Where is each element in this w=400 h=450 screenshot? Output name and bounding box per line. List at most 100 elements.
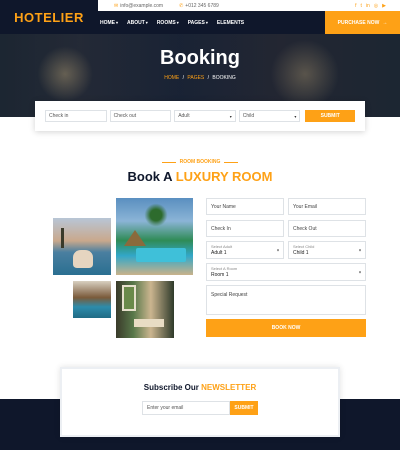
guest-figure bbox=[73, 250, 93, 268]
nav-item-label: PAGES bbox=[187, 19, 205, 26]
phone-text: +012 345 6789 bbox=[185, 2, 219, 9]
name-placeholder: Your Name bbox=[211, 203, 236, 210]
facebook-icon[interactable]: f bbox=[355, 3, 356, 9]
newsletter-email-input[interactable]: Enter your email bbox=[142, 401, 230, 415]
breadcrumb-pages[interactable]: PAGES bbox=[187, 75, 204, 81]
tag-line-left bbox=[161, 161, 176, 163]
breadcrumb-home[interactable]: HOME bbox=[164, 75, 179, 81]
phone-contact: ✆ +012 345 6789 bbox=[179, 3, 219, 9]
breadcrumb-separator: / bbox=[182, 75, 184, 81]
lounge-room-photo bbox=[116, 281, 174, 338]
page: HOTELIER ✉ info@example.com ✆ +012 345 6… bbox=[0, 0, 400, 450]
room-select[interactable]: Select A Room Room 1 ▾ bbox=[206, 263, 366, 281]
check-in-placeholder: Check In bbox=[211, 225, 231, 232]
hut-roof bbox=[124, 230, 146, 246]
room-select-value: Room 1 bbox=[211, 272, 229, 278]
adult-select[interactable]: Adult ▾ bbox=[174, 110, 236, 122]
email-contact: ✉ info@example.com bbox=[114, 3, 163, 9]
nav-item-label: ABOUT bbox=[127, 19, 145, 26]
breadcrumb-separator: / bbox=[207, 75, 210, 81]
child-select-value: Child 1 bbox=[293, 250, 309, 256]
chevron-down-icon: ▾ bbox=[294, 113, 297, 119]
chevron-down-icon: ▾ bbox=[145, 20, 148, 25]
child-select-label: Select Child bbox=[293, 244, 315, 249]
nav-item-label: ROOMS bbox=[156, 19, 176, 26]
brand-logo-box[interactable]: HOTELIER bbox=[0, 0, 98, 34]
instagram-icon[interactable]: ◎ bbox=[374, 3, 378, 9]
purchase-now-label: PURCHASE NOW bbox=[337, 19, 380, 26]
nav-item-rooms[interactable]: ROOMS ▾ bbox=[157, 20, 179, 26]
nav-item-about[interactable]: ABOUT ▾ bbox=[127, 20, 148, 26]
newsletter-box: Subscribe Our NEWSLETTER Enter your emai… bbox=[60, 367, 340, 437]
phone-icon: ✆ bbox=[179, 2, 184, 9]
newsletter-submit-button[interactable]: SUBMIT bbox=[230, 401, 258, 415]
palm-trunk bbox=[61, 228, 64, 248]
email-text: info@example.com bbox=[120, 2, 164, 9]
nav-item-label: HOME bbox=[100, 19, 115, 26]
child-select[interactable]: Child ▾ bbox=[238, 110, 301, 122]
adult-select-label: Select Adult bbox=[211, 244, 233, 249]
breadcrumb: HOME / PAGES / BOOKING bbox=[0, 75, 400, 81]
email-input[interactable]: Your Email bbox=[288, 198, 366, 215]
lounge-chair bbox=[134, 319, 164, 327]
linkedin-icon[interactable]: in bbox=[366, 3, 370, 9]
check-in-field[interactable]: Check in bbox=[45, 110, 107, 122]
youtube-icon[interactable]: ▶ bbox=[382, 3, 386, 9]
tropical-pool-photo bbox=[116, 198, 193, 275]
nav-item-label: ELEMENTS bbox=[216, 19, 245, 26]
section-tag: ROOM BOOKING bbox=[0, 159, 400, 165]
booking-submit-button[interactable]: SUBMIT bbox=[305, 110, 356, 122]
room-select-label: Select A Room bbox=[211, 266, 238, 271]
nav-item-pages[interactable]: PAGES ▾ bbox=[188, 20, 208, 26]
chevron-down-icon: ▾ bbox=[116, 20, 119, 25]
tag-line-right bbox=[224, 161, 239, 163]
page-title: Booking bbox=[160, 47, 240, 69]
newsletter-title-highlight: NEWSLETTER bbox=[201, 383, 257, 392]
nav-item-elements[interactable]: ELEMENTS bbox=[217, 20, 244, 26]
breadcrumb-current: BOOKING bbox=[212, 75, 236, 81]
chevron-down-icon: ▾ bbox=[276, 247, 279, 253]
quick-booking-bar: Check in Check out Adult ▾ Child ▾ SUBMI… bbox=[35, 101, 365, 131]
newsletter-email-placeholder: Enter your email bbox=[147, 405, 184, 411]
child-select[interactable]: Select Child Child 1 ▾ bbox=[288, 241, 366, 259]
envelope-icon: ✉ bbox=[114, 2, 119, 9]
chevron-down-icon: ▾ bbox=[358, 269, 361, 275]
check-out-input[interactable]: Check Out bbox=[288, 220, 366, 237]
chevron-down-icon: ▾ bbox=[229, 113, 232, 119]
check-out-field[interactable]: Check out bbox=[109, 110, 172, 122]
check-out-placeholder: Check out bbox=[113, 113, 137, 119]
chevron-down-icon: ▾ bbox=[205, 20, 208, 25]
child-select-value: Child bbox=[242, 113, 255, 119]
section-title: Book A LUXURY ROOM bbox=[0, 169, 400, 184]
adult-select[interactable]: Select Adult Adult 1 ▾ bbox=[206, 241, 284, 259]
check-in-placeholder: Check in bbox=[49, 113, 69, 119]
section-tag-text: ROOM BOOKING bbox=[179, 159, 221, 165]
palm-canopy bbox=[141, 203, 171, 227]
arrow-right-icon: → bbox=[382, 19, 388, 26]
section-title-highlight: LUXURY ROOM bbox=[175, 169, 273, 184]
chevron-down-icon: ▾ bbox=[358, 247, 361, 253]
newsletter-title-prefix: Subscribe Our bbox=[143, 383, 199, 392]
resort-pool-photo bbox=[53, 218, 111, 275]
top-contact-bar: ✉ info@example.com ✆ +012 345 6789 f t i… bbox=[98, 0, 400, 11]
special-request-placeholder: Special Request bbox=[211, 292, 248, 298]
newsletter-title: Subscribe Our NEWSLETTER bbox=[62, 383, 338, 392]
check-out-placeholder: Check Out bbox=[293, 225, 317, 232]
brand-logo[interactable]: HOTELIER bbox=[14, 10, 84, 25]
adult-select-value: Adult bbox=[178, 113, 190, 119]
email-placeholder: Your Email bbox=[293, 203, 317, 210]
nav-item-home[interactable]: HOME ▾ bbox=[100, 20, 118, 26]
purchase-now-button[interactable]: PURCHASE NOW → bbox=[325, 11, 400, 34]
villa-pool-photo bbox=[73, 281, 111, 318]
adult-select-value: Adult 1 bbox=[211, 250, 227, 256]
twitter-icon[interactable]: t bbox=[360, 3, 361, 9]
name-input[interactable]: Your Name bbox=[206, 198, 284, 215]
section-title-prefix: Book A bbox=[127, 169, 173, 184]
social-links: f t in ◎ ▶ bbox=[355, 3, 386, 9]
window bbox=[122, 285, 136, 311]
book-now-button[interactable]: BOOK NOW bbox=[206, 319, 366, 337]
chevron-down-icon: ▾ bbox=[176, 20, 179, 25]
special-request-textarea[interactable]: Special Request bbox=[206, 285, 366, 315]
check-in-input[interactable]: Check In bbox=[206, 220, 284, 237]
pool-water bbox=[136, 248, 186, 262]
